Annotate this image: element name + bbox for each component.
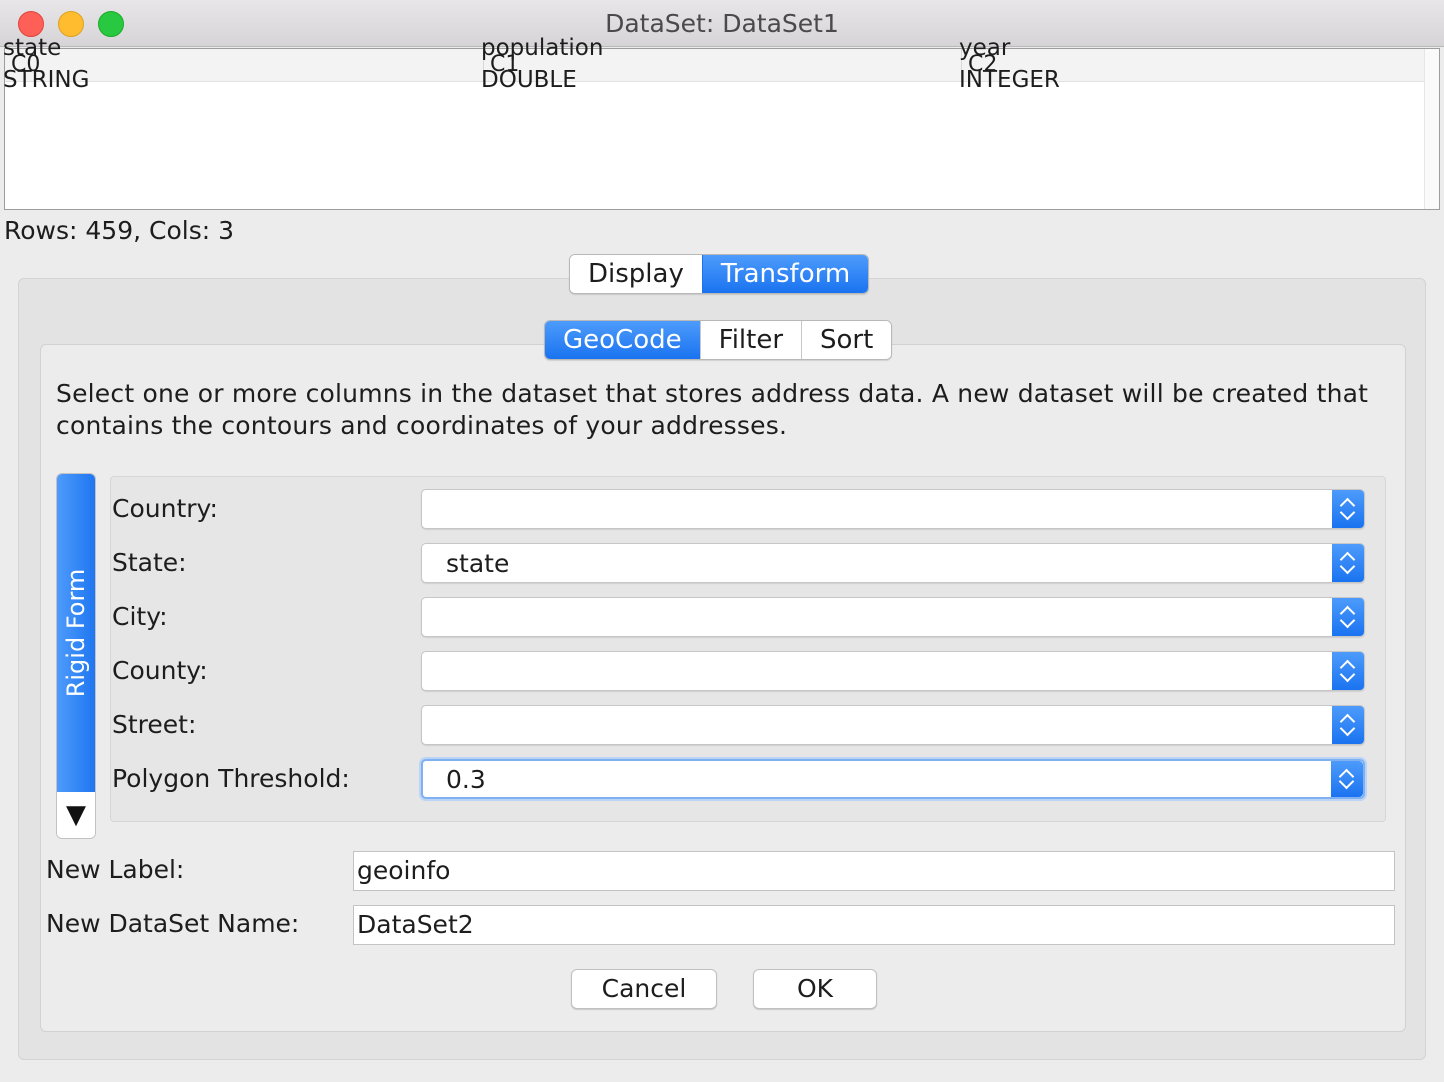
form-mode-dropdown-arrow-icon[interactable]: ▼ — [57, 792, 95, 838]
new-label-label: New Label: — [46, 855, 185, 884]
dataset-table[interactable]: C0 C1 C2 — [4, 48, 1440, 210]
state-select[interactable]: state — [421, 543, 1365, 583]
tab-sort[interactable]: Sort — [801, 321, 892, 359]
table-cell[interactable]: population — [481, 35, 603, 61]
polygon-threshold-select[interactable]: 0.3 — [421, 759, 1365, 799]
tab-geocode[interactable]: GeoCode — [545, 321, 700, 359]
country-select[interactable] — [421, 489, 1365, 529]
dataset-window: DataSet: DataSet1 C0 C1 C2 state populat… — [0, 0, 1444, 1082]
state-label: State: — [112, 548, 187, 577]
new-label-field[interactable]: geoinfo — [353, 851, 1395, 891]
chevron-updown-icon[interactable] — [1331, 761, 1363, 797]
county-label: County: — [112, 656, 208, 685]
cancel-button[interactable]: Cancel — [571, 969, 717, 1009]
chevron-updown-icon[interactable] — [1332, 706, 1364, 744]
table-cell[interactable]: DOUBLE — [481, 67, 577, 93]
table-header: C0 C1 C2 — [5, 49, 1425, 82]
tab-display[interactable]: Display — [570, 255, 702, 293]
new-dataset-name-field[interactable]: DataSet2 — [353, 905, 1395, 945]
county-select[interactable] — [421, 651, 1365, 691]
polygon-threshold-value: 0.3 — [446, 765, 486, 794]
table-cell[interactable]: year — [959, 35, 1010, 61]
street-label: Street: — [112, 710, 197, 739]
country-label: Country: — [112, 494, 218, 523]
state-select-value: state — [446, 549, 510, 578]
table-cell[interactable]: STRING — [3, 67, 89, 93]
street-select[interactable] — [421, 705, 1365, 745]
transform-subtabs: GeoCode Filter Sort — [544, 320, 893, 360]
tab-transform[interactable]: Transform — [701, 255, 869, 293]
title-bar[interactable]: DataSet: DataSet1 — [0, 0, 1444, 47]
chevron-updown-icon[interactable] — [1332, 544, 1364, 582]
polygon-threshold-label: Polygon Threshold: — [112, 764, 350, 793]
tab-rigid-form[interactable]: Rigid Form — [57, 474, 95, 792]
chevron-updown-icon[interactable] — [1332, 652, 1364, 690]
chevron-updown-icon[interactable] — [1332, 598, 1364, 636]
main-tabs: Display Transform — [569, 254, 870, 294]
city-label: City: — [112, 602, 168, 631]
form-mode-tabs: Rigid Form ▼ — [56, 473, 96, 839]
table-cell[interactable]: INTEGER — [959, 67, 1060, 93]
table-scrollbar[interactable] — [1424, 49, 1439, 209]
row-col-count: Rows: 459, Cols: 3 — [4, 216, 234, 245]
new-dataset-name-label: New DataSet Name: — [46, 909, 300, 938]
city-select[interactable] — [421, 597, 1365, 637]
window-title: DataSet: DataSet1 — [605, 9, 839, 38]
table-cell[interactable]: state — [3, 35, 61, 61]
chevron-updown-icon[interactable] — [1332, 490, 1364, 528]
tab-filter[interactable]: Filter — [699, 321, 802, 359]
ok-button[interactable]: OK — [753, 969, 877, 1009]
tab-rigid-form-label: Rigid Form — [62, 568, 90, 698]
geocode-description: Select one or more columns in the datase… — [56, 379, 1369, 440]
